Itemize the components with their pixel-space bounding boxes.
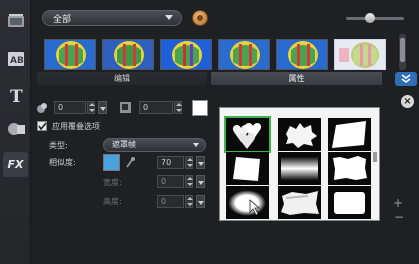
- add-icon[interactable]: +: [393, 196, 403, 210]
- height-dropdown[interactable]: [196, 195, 205, 208]
- border-width-stepper[interactable]: [87, 101, 95, 114]
- chevron-down-icon: [165, 15, 173, 20]
- mask-soft-ellipse[interactable]: [226, 186, 269, 219]
- mask-brush-rect[interactable]: [278, 186, 321, 219]
- text-t-icon[interactable]: T: [3, 83, 28, 108]
- height-input[interactable]: 0: [157, 195, 184, 208]
- mask-gradient[interactable]: [278, 152, 321, 185]
- mask-type-dropdown[interactable]: 遮罩帧: [103, 138, 206, 152]
- tab-attributes[interactable]: 属性: [211, 72, 382, 85]
- effect-thumbnail[interactable]: [44, 39, 96, 70]
- height-stepper[interactable]: [185, 195, 193, 208]
- effect-thumbnail[interactable]: [102, 39, 154, 70]
- eyedropper-icon[interactable]: [125, 156, 135, 171]
- mask-hearts[interactable]: [224, 116, 271, 153]
- shadow-stepper[interactable]: [174, 101, 182, 114]
- border-icon: [36, 102, 48, 117]
- mask-tilted-square[interactable]: [226, 152, 269, 185]
- mask-gallery: [219, 107, 380, 221]
- expand-options-button[interactable]: [395, 72, 417, 86]
- similarity-stepper[interactable]: [185, 156, 193, 169]
- panel-tabs: 编辑 属性: [37, 72, 382, 85]
- shadow-icon: [120, 102, 131, 116]
- category-dropdown-label: 全部: [53, 14, 72, 25]
- effect-thumbnail[interactable]: [160, 39, 212, 70]
- similarity-input[interactable]: 70: [157, 156, 184, 169]
- mask-splash[interactable]: [278, 118, 321, 151]
- effect-thumbnail[interactable]: [218, 39, 270, 70]
- svg-text:T: T: [10, 87, 23, 105]
- checkmark-icon: [38, 122, 47, 131]
- remove-icon[interactable]: −: [394, 210, 404, 224]
- mask-tilted-rect[interactable]: [328, 118, 371, 151]
- thumbnail-size-slider-handle[interactable]: [365, 13, 375, 23]
- height-label: 高度:: [103, 197, 122, 206]
- width-dropdown[interactable]: [196, 175, 205, 188]
- border-width-input[interactable]: 0: [54, 101, 86, 114]
- fx-icon[interactable]: FX: [3, 152, 28, 177]
- filmstrip-icon[interactable]: [3, 8, 28, 33]
- similarity-label: 相似度:: [49, 158, 76, 167]
- mask-type-value: 遮罩帧: [112, 140, 136, 149]
- mask-rough-rect[interactable]: [328, 152, 371, 185]
- chevron-down-icon: [193, 143, 199, 147]
- filter-options-button[interactable]: [192, 10, 208, 26]
- scrollbar-grip[interactable]: [400, 38, 405, 62]
- scrollbar-grip[interactable]: [373, 152, 377, 162]
- width-input[interactable]: 0: [157, 175, 184, 188]
- tab-edit[interactable]: 编辑: [37, 72, 207, 85]
- effect-thumbnail-selected[interactable]: [334, 39, 386, 70]
- category-dropdown[interactable]: 全部: [42, 10, 182, 26]
- double-chevron-down-icon: [401, 74, 411, 83]
- border-color-swatch[interactable]: [192, 100, 208, 116]
- title-ab-icon[interactable]: AB: [3, 46, 28, 71]
- thumbnail-scrollbar[interactable]: [399, 34, 406, 70]
- thumbnail-size-slider[interactable]: [346, 17, 404, 20]
- graphics-icon[interactable]: [3, 116, 28, 141]
- apply-overlay-label: 应用覆叠选项: [52, 122, 100, 131]
- close-icon[interactable]: ×: [401, 95, 414, 108]
- width-stepper[interactable]: [185, 175, 193, 188]
- border-style-dropdown[interactable]: [98, 101, 107, 114]
- effect-thumbnail[interactable]: [276, 39, 328, 70]
- similarity-dropdown[interactable]: [196, 156, 205, 169]
- left-toolbar: AB T FX: [0, 0, 31, 264]
- key-color-swatch[interactable]: [103, 154, 120, 171]
- type-label: 类型:: [49, 141, 68, 150]
- gallery-scrollbar[interactable]: [372, 110, 378, 218]
- mask-rounded-rect[interactable]: [328, 186, 371, 219]
- shadow-input[interactable]: 0: [139, 101, 173, 114]
- svg-text:AB: AB: [10, 56, 24, 66]
- apply-overlay-checkbox[interactable]: [37, 121, 47, 131]
- width-label: 宽度:: [103, 178, 122, 187]
